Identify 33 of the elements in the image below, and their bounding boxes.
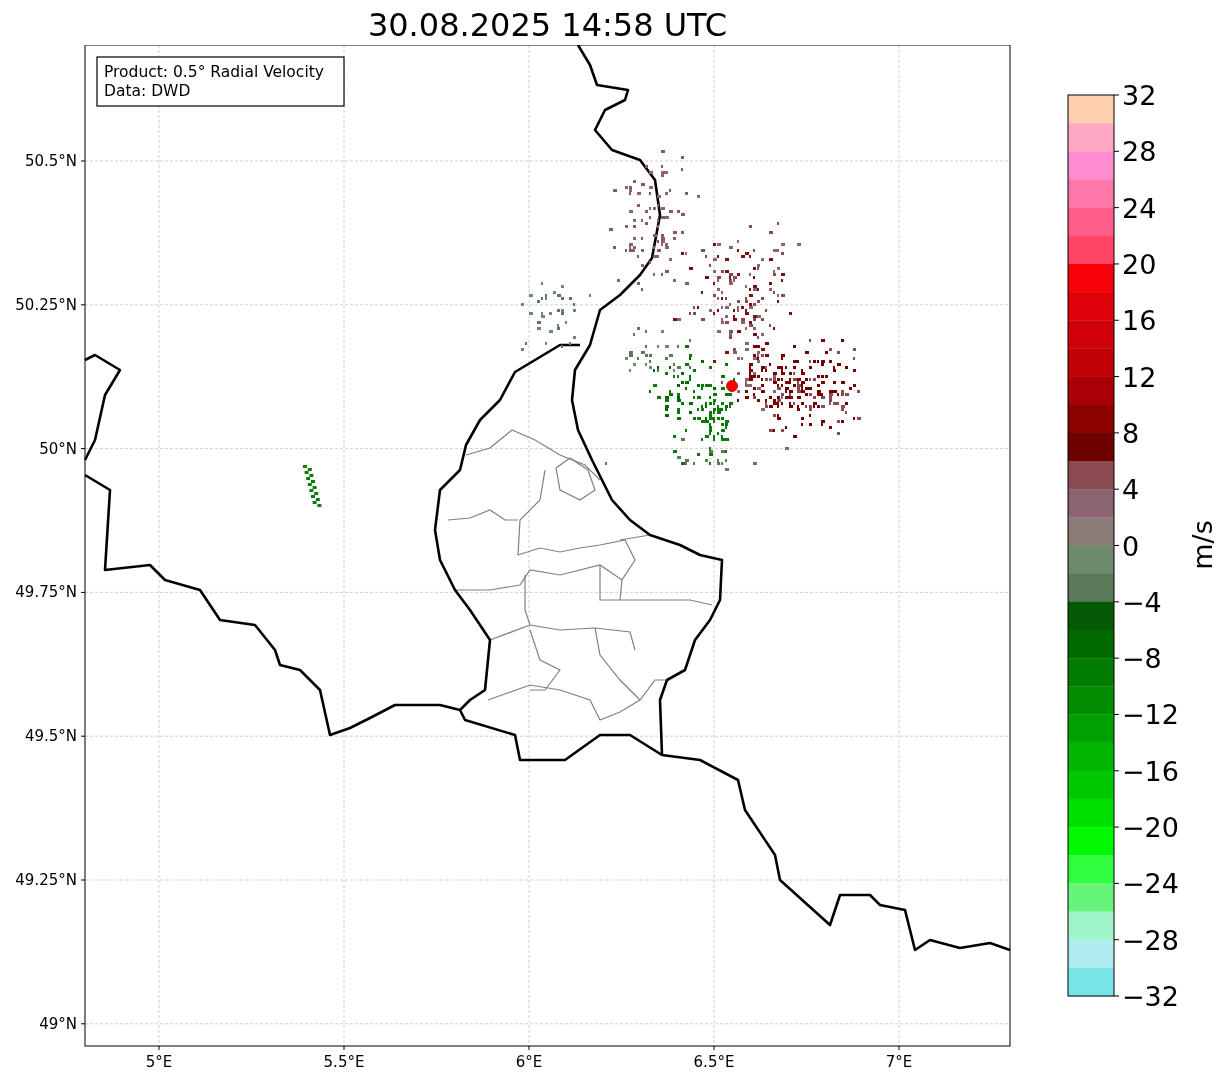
info-text: Product: 0.5° Radial Velocity: [104, 63, 324, 81]
colorbar-tick-label: 28: [1122, 136, 1157, 168]
colorbar-tick-label: 4: [1122, 474, 1140, 506]
axis-tick-label: 49°N: [39, 1014, 77, 1033]
axis-tick-label: 49.5°N: [24, 727, 77, 746]
info-text: Data: DWD: [104, 82, 191, 100]
colorbar-tick-label: −20: [1122, 812, 1179, 844]
axis-tick-label: 49.25°N: [15, 871, 77, 889]
axis-tick-label: 49.75°N: [15, 583, 77, 602]
colorbar-tick-label: 0: [1122, 530, 1140, 562]
colorbar-label: m/s: [1187, 520, 1218, 570]
colorbar-tick-label: 20: [1122, 248, 1157, 280]
colorbar-tick-label: −28: [1122, 924, 1179, 956]
colorbar-tick-label: −4: [1122, 586, 1162, 618]
colorbar-tick-label: 24: [1122, 192, 1157, 224]
colorbar-tick-label: −16: [1122, 755, 1179, 787]
colorbar-tick-label: 8: [1122, 417, 1140, 449]
axis-tick-label: 6.5°E: [693, 1053, 735, 1071]
colorbar-tick-label: −32: [1122, 981, 1179, 1012]
axis-tick-label: 50.25°N: [15, 295, 77, 314]
axis-tick-label: 50.5°N: [24, 152, 77, 170]
plot-title: 30.08.2025 14:58 UTC: [367, 5, 728, 45]
axis-tick-label: 7°E: [885, 1053, 913, 1071]
axis-tick-label: 50°N: [39, 439, 77, 458]
colorbar-tick-label: 32: [1122, 80, 1157, 111]
colorbar-tick-label: 16: [1122, 305, 1157, 337]
colorbar-tick-label: −12: [1122, 699, 1179, 731]
colorbar-tick-label: 12: [1122, 361, 1157, 393]
colorbar-tick-label: −24: [1122, 868, 1179, 900]
axis-tick-label: 5°E: [145, 1053, 173, 1071]
axis-tick-label: 5.5°E: [323, 1053, 365, 1071]
colorbar-tick-label: −8: [1122, 643, 1162, 675]
axis-tick-label: 6°E: [515, 1053, 543, 1071]
